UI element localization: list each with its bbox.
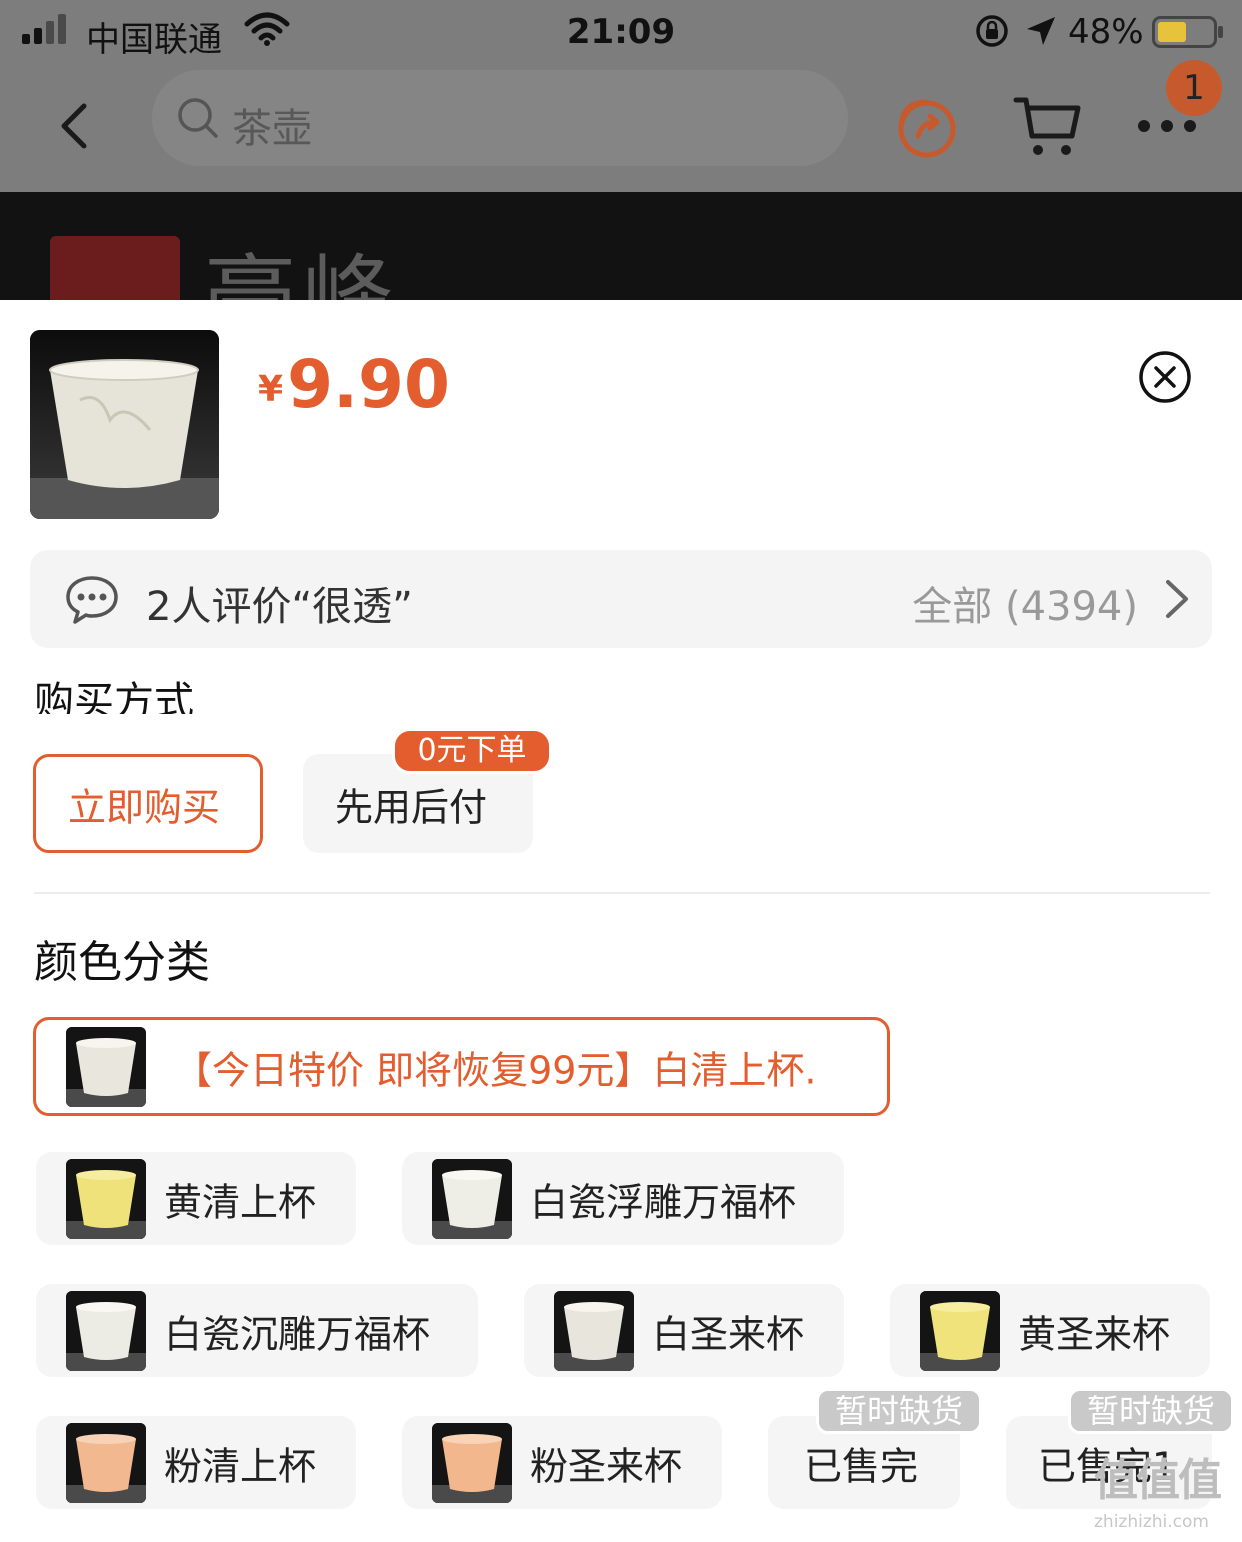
watermark-url: zhizhizhi.com bbox=[1094, 1512, 1209, 1532]
option-label: 先用后付 bbox=[335, 785, 488, 829]
color-option[interactable]: 白圣来杯 bbox=[524, 1284, 844, 1377]
yellow-cup-thumbnail bbox=[920, 1291, 1000, 1371]
comment-bubble-icon bbox=[66, 576, 118, 624]
sku-selection-sheet: ¥9.90 2人评价“很透” 全部 (4394) 购买方式 立即购买 先用后付 … bbox=[0, 300, 1242, 1542]
zero-yuan-order-tag: 0元下单 bbox=[392, 728, 552, 774]
store-logo-lettering: 豪峰 bbox=[204, 245, 401, 300]
color-option[interactable]: 白瓷沉雕万福杯 bbox=[36, 1284, 478, 1377]
share-icon[interactable] bbox=[892, 92, 962, 162]
close-icon[interactable] bbox=[1138, 350, 1192, 404]
store-banner: 豪峰 bbox=[0, 192, 1242, 300]
chevron-right-icon bbox=[1166, 580, 1188, 618]
battery-percentage: 48% bbox=[1068, 12, 1144, 52]
cart-badge: 1 bbox=[1166, 60, 1222, 116]
shopping-cart-icon[interactable] bbox=[1012, 92, 1082, 158]
review-summary-bar[interactable]: 2人评价“很透” 全部 (4394) bbox=[30, 550, 1212, 648]
watermark-logo: 值值值 bbox=[1094, 1455, 1222, 1506]
color-option[interactable]: 【今日特价 即将恢复99元】白清上杯. bbox=[33, 1017, 890, 1116]
pink-cup-thumbnail bbox=[432, 1423, 512, 1503]
white-cup-thumbnail bbox=[66, 1291, 146, 1371]
navigation-bar: 茶壶 1 bbox=[0, 60, 1242, 192]
rotation-lock-icon bbox=[976, 15, 1008, 47]
back-arrow-icon[interactable] bbox=[52, 98, 98, 154]
white-cup-thumbnail bbox=[432, 1159, 512, 1239]
location-arrow-icon bbox=[1027, 17, 1055, 45]
option-label: 【今日特价 即将恢复99元】白清上杯. bbox=[174, 1048, 817, 1092]
option-label: 白瓷浮雕万福杯 bbox=[530, 1180, 797, 1224]
yellow-cup-thumbnail bbox=[66, 1159, 146, 1239]
all-reviews-link[interactable]: 全部 (4394) bbox=[912, 574, 1138, 632]
option-label: 粉圣来杯 bbox=[530, 1444, 683, 1488]
store-logo-icon bbox=[50, 236, 180, 300]
pink-cup-thumbnail bbox=[66, 1423, 146, 1503]
white-cup-thumbnail bbox=[66, 1027, 146, 1107]
option-label: 白瓷沉雕万福杯 bbox=[164, 1312, 431, 1356]
color-option[interactable]: 粉圣来杯 bbox=[402, 1416, 722, 1509]
color-option[interactable]: 黄圣来杯 bbox=[890, 1284, 1210, 1377]
option-label: 立即购买 bbox=[68, 785, 221, 829]
color-option[interactable]: 黄清上杯 bbox=[36, 1152, 356, 1245]
out-of-stock-tag: 暂时缺货 bbox=[1068, 1388, 1234, 1434]
site-watermark: 值值值 zhizhizhi.com bbox=[1094, 1444, 1242, 1542]
white-cup-image bbox=[30, 330, 219, 519]
buy-now-option[interactable]: 立即购买 bbox=[33, 754, 263, 853]
option-label: 白圣来杯 bbox=[652, 1312, 805, 1356]
currency-symbol: ¥ bbox=[258, 369, 284, 410]
search-input[interactable]: 茶壶 bbox=[152, 70, 848, 166]
search-icon bbox=[178, 98, 218, 138]
option-label: 粉清上杯 bbox=[164, 1444, 317, 1488]
price-amount: 9.90 bbox=[287, 346, 450, 423]
purchase-method-label: 购买方式 bbox=[34, 679, 194, 714]
status-bar: 中国联通 21:09 48% bbox=[0, 0, 1242, 66]
out-of-stock-tag: 暂时缺货 bbox=[816, 1388, 982, 1434]
product-price: ¥9.90 bbox=[258, 346, 450, 423]
option-label: 黄圣来杯 bbox=[1018, 1312, 1171, 1356]
battery-icon bbox=[1152, 16, 1223, 48]
color-category-label: 颜色分类 bbox=[34, 937, 210, 988]
section-divider bbox=[34, 892, 1210, 894]
review-summary-text: 2人评价“很透” bbox=[146, 584, 413, 630]
color-option[interactable]: 白瓷浮雕万福杯 bbox=[402, 1152, 844, 1245]
color-option[interactable]: 粉清上杯 bbox=[36, 1416, 356, 1509]
search-query: 茶壶 bbox=[232, 106, 312, 152]
option-label: 已售完 bbox=[804, 1444, 919, 1488]
product-thumbnail[interactable] bbox=[30, 330, 219, 519]
option-label: 黄清上杯 bbox=[164, 1180, 317, 1224]
white-cup-thumbnail bbox=[554, 1291, 634, 1371]
